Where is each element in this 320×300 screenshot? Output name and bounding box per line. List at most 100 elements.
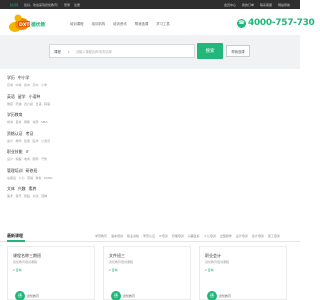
tab-item[interactable]: 建工培训	[268, 234, 280, 238]
category-sub-link[interactable]: 初中	[24, 83, 30, 87]
category-sub-link[interactable]: 总裁班	[7, 176, 16, 180]
category-sub-link[interactable]: 汽修	[41, 157, 47, 161]
category-sub-link[interactable]: 书法	[33, 194, 39, 198]
help-choose-button[interactable]: 帮我选课	[226, 45, 250, 57]
category-sub-link[interactable]: 电商	[24, 157, 30, 161]
category-sub-link[interactable]: 高中	[33, 83, 39, 87]
top-link-member[interactable]: 会员中心	[224, 3, 236, 7]
tab-item[interactable]: 少儿培训	[204, 234, 216, 238]
category-sub-link[interactable]: 小学	[41, 83, 47, 87]
nav-item-tools[interactable]: 学习工具	[156, 21, 170, 26]
top-link-orders[interactable]: 我的订单	[242, 3, 254, 7]
course-title[interactable]: 职业会计	[205, 253, 221, 259]
category-title-part[interactable]: 考证	[26, 131, 34, 137]
category-title-part[interactable]: 兴趣	[18, 186, 26, 192]
category-sub-link[interactable]: 美术	[7, 194, 13, 198]
course-title[interactable]: 课程名称三期班	[13, 253, 41, 259]
category-title-part[interactable]: 留学	[18, 94, 26, 100]
tab-item[interactable]: 设计培训	[236, 234, 248, 238]
category-title-part[interactable]: 文体	[7, 186, 15, 192]
nav-item-institutions[interactable]: 培训机构	[92, 21, 106, 26]
category-sub-link[interactable]: 雅思	[7, 102, 13, 106]
category-group[interactable]: 职业技能 IT 设计 编程 电商 厨师 汽修	[7, 149, 69, 168]
top-link-service[interactable]: 联系客服	[260, 3, 272, 7]
institution-name[interactable]: 德优教育	[123, 294, 135, 298]
category-sub-link[interactable]: 人力	[19, 176, 25, 180]
tab-item[interactable]: IT培训	[159, 234, 168, 238]
category-sub-link[interactable]: MBA	[41, 120, 48, 124]
category-sub-link[interactable]: 自考	[16, 120, 22, 124]
category-sub-link[interactable]: 托福	[16, 102, 22, 106]
nav-item-news[interactable]: 培训资讯	[113, 21, 127, 26]
search-button[interactable]: 搜索	[197, 43, 223, 59]
tab-item[interactable]: 管理培训	[172, 234, 184, 238]
category-group[interactable]: 管理培训 研修班 总裁班 人力 营销 财务 EMBA	[7, 168, 69, 187]
category-title-part[interactable]: 英语	[7, 94, 15, 100]
course-tabs: 学历教育 语言培训 职业资格 学历认证 IT培训 管理培训 兴趣爱好 少儿培训 …	[95, 234, 280, 238]
category-sub-link[interactable]: 厨师	[33, 157, 39, 161]
category-title-part[interactable]: 素养	[29, 186, 37, 192]
category-subs: 设计 编程 电商 厨师 汽修	[7, 157, 69, 161]
category-sub-link[interactable]: 考研	[33, 120, 39, 124]
search-box[interactable]: 课程 ▾ 请输入课程名称/机构名称	[49, 44, 195, 58]
category-sub-link[interactable]: 设计	[7, 157, 13, 161]
nav-item-help-choose[interactable]: 帮我选课	[135, 21, 149, 26]
nav-item-courses[interactable]: 培训课程	[70, 21, 84, 26]
category-title-part[interactable]: 管理培训	[7, 168, 23, 174]
tab-item[interactable]: 出国留学	[220, 234, 232, 238]
category-sub-link[interactable]: 医学	[33, 139, 39, 143]
category-sub-link[interactable]: 财务	[36, 176, 42, 180]
category-sub-link[interactable]: 教师	[16, 139, 22, 143]
category-sub-link[interactable]: EMBA	[44, 176, 53, 180]
course-card[interactable]: 文件班三 德优教育培训课程 ¥ 咨询 德 德优教育	[103, 246, 191, 300]
category-title: 英语 留学 小语种	[7, 94, 69, 100]
search-input[interactable]: 请输入课程名称/机构名称	[76, 49, 112, 54]
category-sub-link[interactable]: 营销	[27, 176, 33, 180]
institution-name[interactable]: 德优教育	[27, 294, 39, 298]
category-sub-link[interactable]: 网教	[24, 120, 30, 124]
category-group[interactable]: 学历教育 成考 自考 网教 考研 MBA	[7, 112, 69, 131]
category-group[interactable]: 资格认证 考证 会计 教师 建造 医学 公务员	[7, 131, 69, 150]
category-sub-link[interactable]: 围棋	[41, 194, 47, 198]
category-title-part[interactable]: 中小学	[18, 75, 30, 81]
category-group[interactable]: 文体 兴趣 素养 美术 音乐 舞蹈 书法 围棋	[7, 186, 69, 205]
category-sub-link[interactable]: 建造	[24, 139, 30, 143]
course-card[interactable]: 职业会计 德优教育培训课程 ¥ 咨询 德 德优教育	[199, 246, 287, 300]
category-sub-link[interactable]: 编程	[16, 157, 22, 161]
category-title-part[interactable]: 学历教育	[7, 112, 23, 118]
tab-item[interactable]: 职业资格	[127, 234, 139, 238]
category-sub-link[interactable]: 高考	[7, 83, 13, 87]
course-card[interactable]: 课程名称三期班 德优教育培训课程 ¥ 咨询 德 德优教育	[7, 246, 95, 300]
tab-item[interactable]: 学历认证	[143, 234, 155, 238]
category-subs: 总裁班 人力 营销 财务 EMBA	[7, 176, 69, 180]
institution-name[interactable]: 德优教育	[219, 294, 231, 298]
category-sub-link[interactable]: 日语	[36, 102, 42, 106]
category-sub-link[interactable]: 音乐	[16, 194, 22, 198]
tab-item[interactable]: 语言培训	[111, 234, 123, 238]
category-sub-link[interactable]: 成考	[7, 120, 13, 124]
category-title-part[interactable]: 学历	[7, 75, 15, 81]
search-category-select[interactable]: 课程	[54, 49, 61, 54]
register-link[interactable]: 注册	[74, 3, 80, 7]
category-title-part[interactable]: 小语种	[29, 94, 41, 100]
category-title-part[interactable]: 资格认证	[7, 131, 23, 137]
category-group[interactable]: 学历 中小学 高考 中考 初中 高中 小学	[7, 75, 69, 94]
category-group[interactable]: 英语 留学 小语种 雅思 托福 四六级 日语 韩语	[7, 94, 69, 113]
category-title-part[interactable]: 职业技能	[7, 149, 23, 155]
category-title-part[interactable]: 研修班	[26, 168, 38, 174]
tab-item[interactable]: 学历教育	[95, 234, 107, 238]
login-link[interactable]: 登录	[64, 3, 70, 7]
category-title-part[interactable]: IT	[26, 149, 29, 155]
category-sub-link[interactable]: 中考	[16, 83, 22, 87]
category-sub-link[interactable]: 会计	[7, 139, 13, 143]
category-sub-link[interactable]: 公务员	[41, 139, 50, 143]
category-sub-link[interactable]: 四六级	[24, 102, 33, 106]
city-selector[interactable]: 【北京】	[8, 3, 20, 7]
course-title[interactable]: 文件班三	[109, 253, 125, 259]
category-sub-link[interactable]: 舞蹈	[24, 194, 30, 198]
category-sub-link[interactable]: 韩语	[44, 102, 50, 106]
tab-item[interactable]: 会计培训	[252, 234, 264, 238]
site-logo[interactable]: DXTO 德优教育	[8, 12, 46, 34]
tab-item[interactable]: 兴趣爱好	[188, 234, 200, 238]
top-link-sitemap[interactable]: 网站导航	[278, 3, 290, 7]
